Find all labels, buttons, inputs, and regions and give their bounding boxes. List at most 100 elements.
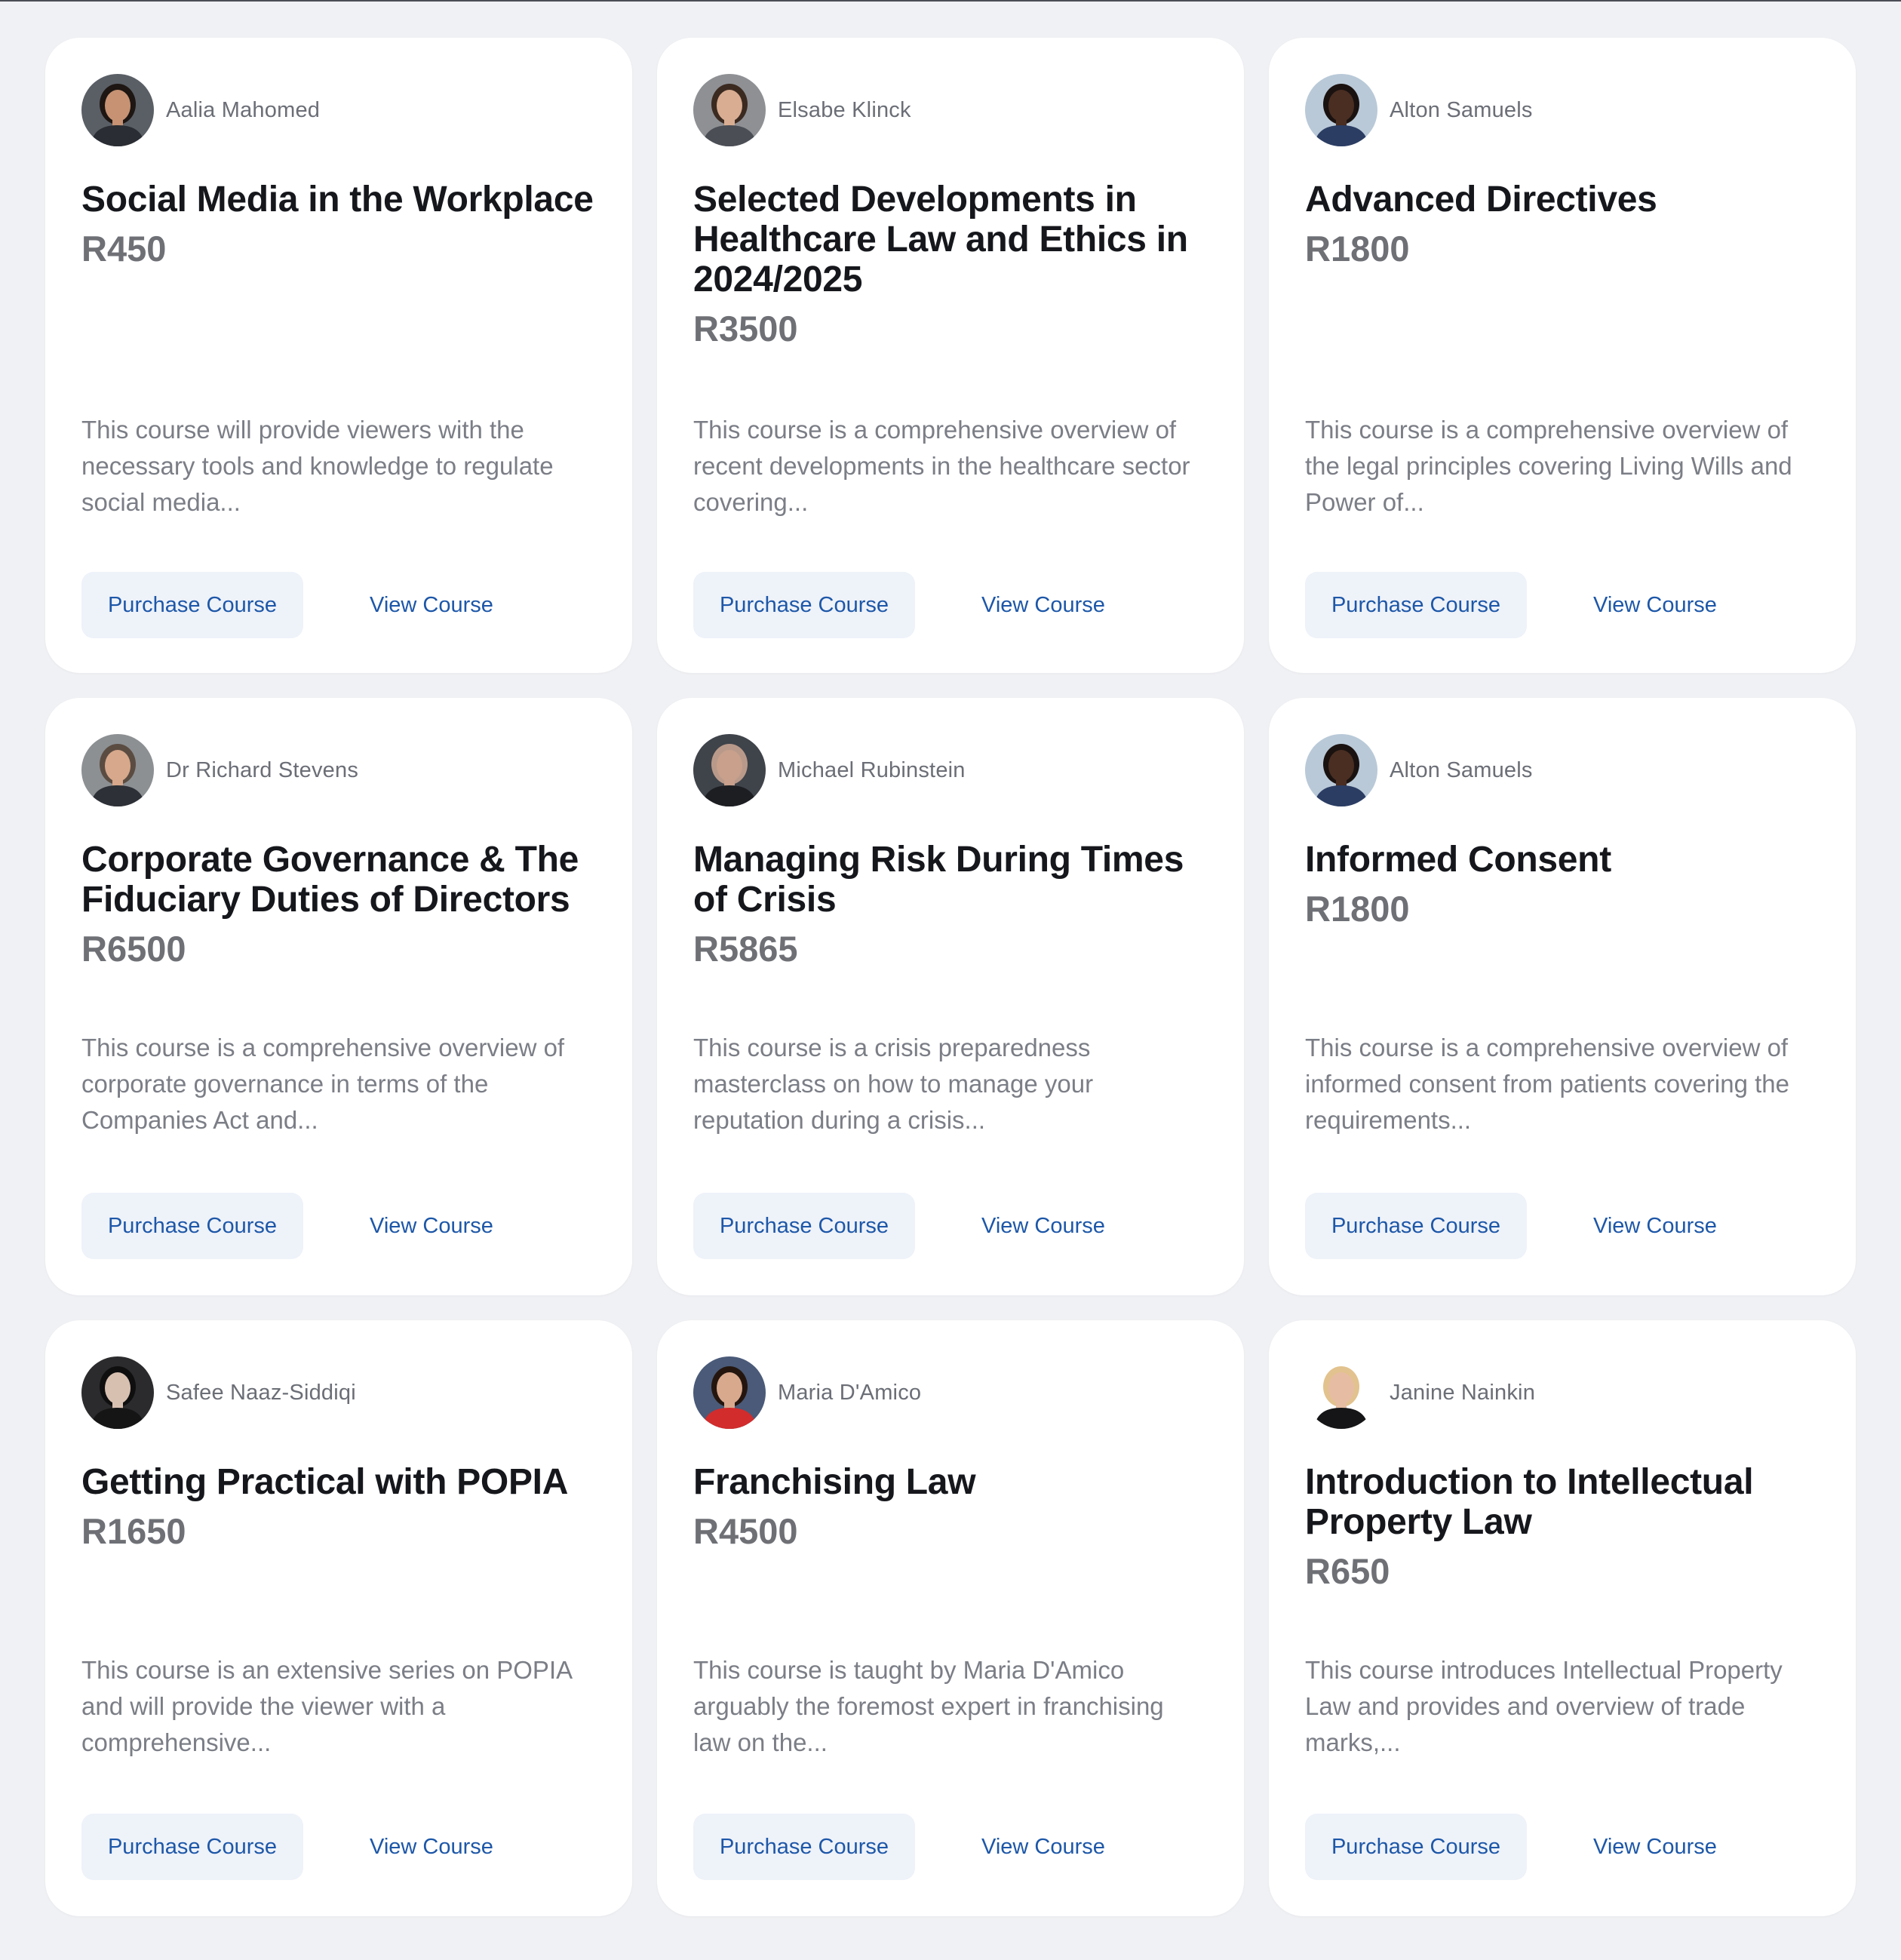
- view-course-link[interactable]: View Course: [1557, 1814, 1753, 1880]
- course-grid: Aalia Mahomed Social Media in the Workpl…: [45, 38, 1856, 1916]
- course-title: Advanced Directives: [1305, 180, 1657, 220]
- course-description: This course is taught by Maria D'Amico a…: [693, 1656, 1164, 1756]
- instructor-name: Alton Samuels: [1390, 757, 1533, 782]
- instructor-name: Safee Naaz-Siddiqi: [166, 1380, 356, 1405]
- instructor-name: Elsabe Klinck: [778, 97, 911, 122]
- course-price: R650: [1305, 1551, 1390, 1591]
- card-actions: Purchase Course View Course: [1305, 1193, 1820, 1259]
- avatar: [1305, 734, 1377, 806]
- view-course-link[interactable]: View Course: [333, 572, 530, 638]
- view-course-link[interactable]: View Course: [945, 1814, 1141, 1880]
- avatar: [1305, 74, 1377, 146]
- instructor-name: Alton Samuels: [1390, 97, 1533, 122]
- instructor-row: Aalia Mahomed: [81, 74, 596, 146]
- course-title: Selected Developments in Healthcare Law …: [693, 180, 1188, 300]
- purchase-course-button[interactable]: Purchase Course: [693, 1193, 915, 1259]
- person-portrait-icon: [81, 1356, 154, 1429]
- course-description: This course will provide viewers with th…: [81, 416, 554, 516]
- course-price: R1800: [1305, 229, 1410, 269]
- course-price: R4500: [693, 1511, 798, 1551]
- purchase-course-button[interactable]: Purchase Course: [81, 572, 303, 638]
- card-actions: Purchase Course View Course: [1305, 1814, 1820, 1880]
- person-portrait-icon: [81, 734, 154, 806]
- instructor-row: Alton Samuels: [1305, 74, 1820, 146]
- avatar: [1305, 1356, 1377, 1429]
- avatar: [693, 1356, 766, 1429]
- course-card: Safee Naaz-Siddiqi Getting Practical wit…: [45, 1320, 632, 1916]
- purchase-course-button[interactable]: Purchase Course: [1305, 1193, 1527, 1259]
- instructor-name: Michael Rubinstein: [778, 757, 966, 782]
- purchase-course-button[interactable]: Purchase Course: [1305, 1814, 1527, 1880]
- instructor-name: Janine Nainkin: [1390, 1380, 1536, 1405]
- course-description: This course is a comprehensive overview …: [81, 1034, 565, 1134]
- course-title: Getting Practical with POPIA: [81, 1462, 569, 1502]
- course-title: Introduction to Intellectual Property La…: [1305, 1462, 1754, 1542]
- card-actions: Purchase Course View Course: [693, 1193, 1208, 1259]
- avatar: [693, 74, 766, 146]
- instructor-name: Aalia Mahomed: [166, 97, 321, 122]
- course-card: Elsabe Klinck Selected Developments in H…: [657, 38, 1244, 673]
- instructor-row: Dr Richard Stevens: [81, 734, 596, 806]
- course-description: This course is an extensive series on PO…: [81, 1656, 572, 1756]
- instructor-row: Elsabe Klinck: [693, 74, 1208, 146]
- course-card: Maria D'Amico Franchising Law R4500 This…: [657, 1320, 1244, 1916]
- course-card: Dr Richard Stevens Corporate Governance …: [45, 698, 632, 1295]
- instructor-row: Safee Naaz-Siddiqi: [81, 1356, 596, 1429]
- course-description: This course is a comprehensive overview …: [693, 416, 1190, 516]
- instructor-row: Michael Rubinstein: [693, 734, 1208, 806]
- avatar: [81, 1356, 154, 1429]
- course-description: This course is a comprehensive overview …: [1305, 1034, 1790, 1134]
- course-description: This course is a comprehensive overview …: [1305, 416, 1792, 516]
- course-description: This course is a crisis preparedness mas…: [693, 1034, 1094, 1134]
- view-course-link[interactable]: View Course: [333, 1814, 530, 1880]
- avatar: [693, 734, 766, 806]
- course-card: Michael Rubinstein Managing Risk During …: [657, 698, 1244, 1295]
- course-price: R5865: [693, 929, 798, 969]
- view-course-link[interactable]: View Course: [1557, 1193, 1753, 1259]
- person-portrait-icon: [693, 1356, 766, 1429]
- purchase-course-button[interactable]: Purchase Course: [693, 572, 915, 638]
- person-portrait-icon: [1305, 1356, 1377, 1429]
- person-portrait-icon: [1305, 734, 1377, 806]
- view-course-link[interactable]: View Course: [333, 1193, 530, 1259]
- card-actions: Purchase Course View Course: [1305, 572, 1820, 638]
- top-border: [0, 0, 1901, 2]
- view-course-link[interactable]: View Course: [1557, 572, 1753, 638]
- course-price: R6500: [81, 929, 186, 969]
- course-title: Franchising Law: [693, 1462, 976, 1502]
- purchase-course-button[interactable]: Purchase Course: [81, 1814, 303, 1880]
- instructor-name: Dr Richard Stevens: [166, 757, 359, 782]
- course-title: Managing Risk During Times of Crisis: [693, 840, 1184, 920]
- course-card: Alton Samuels Informed Consent R1800 Thi…: [1269, 698, 1856, 1295]
- course-card: Aalia Mahomed Social Media in the Workpl…: [45, 38, 632, 673]
- purchase-course-button[interactable]: Purchase Course: [693, 1814, 915, 1880]
- avatar: [81, 74, 154, 146]
- person-portrait-icon: [1305, 74, 1377, 146]
- person-portrait-icon: [693, 734, 766, 806]
- instructor-row: Janine Nainkin: [1305, 1356, 1820, 1429]
- card-actions: Purchase Course View Course: [81, 572, 596, 638]
- course-price: R1650: [81, 1511, 186, 1551]
- course-title: Corporate Governance & The Fiduciary Dut…: [81, 840, 579, 920]
- course-card: Alton Samuels Advanced Directives R1800 …: [1269, 38, 1856, 673]
- card-actions: Purchase Course View Course: [693, 1814, 1208, 1880]
- instructor-row: Alton Samuels: [1305, 734, 1820, 806]
- course-price: R450: [81, 229, 167, 269]
- person-portrait-icon: [81, 74, 154, 146]
- course-title: Social Media in the Workplace: [81, 180, 594, 220]
- instructor-row: Maria D'Amico: [693, 1356, 1208, 1429]
- avatar: [81, 734, 154, 806]
- course-price: R1800: [1305, 889, 1410, 929]
- card-actions: Purchase Course View Course: [81, 1814, 596, 1880]
- purchase-course-button[interactable]: Purchase Course: [81, 1193, 303, 1259]
- course-title: Informed Consent: [1305, 840, 1611, 880]
- instructor-name: Maria D'Amico: [778, 1380, 922, 1405]
- card-actions: Purchase Course View Course: [693, 572, 1208, 638]
- card-actions: Purchase Course View Course: [81, 1193, 596, 1259]
- course-description: This course introduces Intellectual Prop…: [1305, 1656, 1783, 1756]
- view-course-link[interactable]: View Course: [945, 1193, 1141, 1259]
- purchase-course-button[interactable]: Purchase Course: [1305, 572, 1527, 638]
- course-price: R3500: [693, 309, 798, 349]
- course-card: Janine Nainkin Introduction to Intellect…: [1269, 1320, 1856, 1916]
- view-course-link[interactable]: View Course: [945, 572, 1141, 638]
